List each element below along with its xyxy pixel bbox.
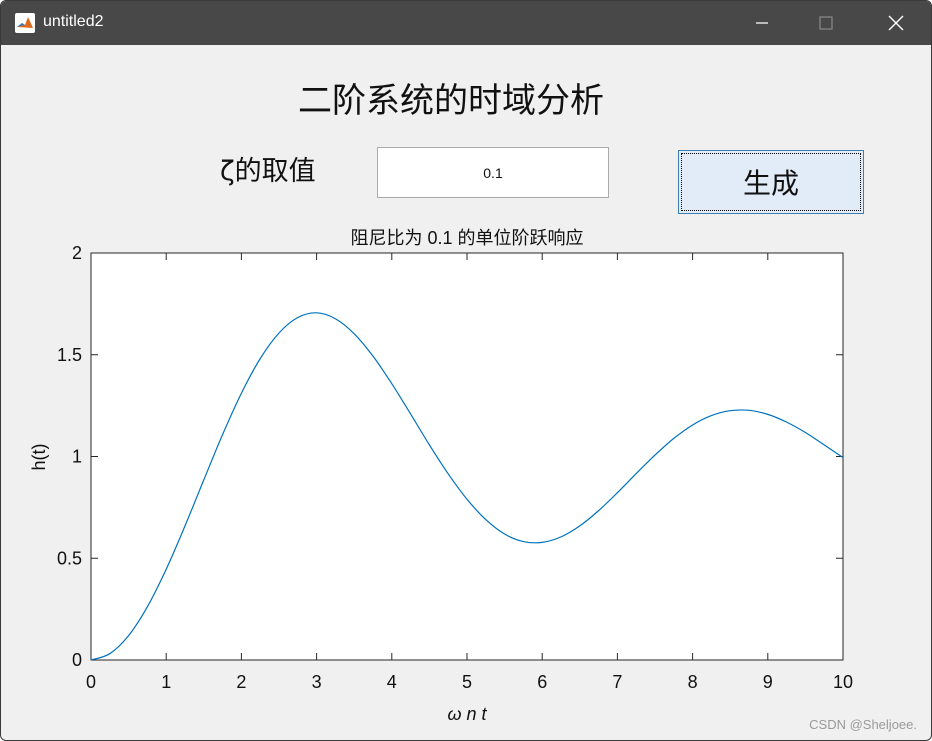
watermark: CSDN @Sheljoee. xyxy=(809,717,917,732)
step-response-chart: 0 1 2 3 4 5 6 7 8 9 10 0 0.5 1 1.5 2 阻尼比为 0.1 的单位阶跃响应 ω… xyxy=(29,228,853,724)
x-tick-label: 5 xyxy=(462,672,472,692)
x-tick-label: 4 xyxy=(387,672,397,692)
x-tick-label: 8 xyxy=(688,672,698,692)
y-tick-label: 0.5 xyxy=(57,548,82,568)
x-tick-label: 1 xyxy=(161,672,171,692)
y-tick-label: 0 xyxy=(72,650,82,670)
chart-title: 阻尼比为 0.1 的单位阶跃响应 xyxy=(350,228,583,248)
plot-area xyxy=(90,252,844,661)
x-tick-label: 0 xyxy=(86,672,96,692)
y-tick-label: 1 xyxy=(72,447,82,467)
y-tick-label: 2 xyxy=(72,243,82,263)
x-axis-label: ω n t xyxy=(447,704,487,724)
app-window: untitled2 二阶系统的时域分析 ζ的取值 生成 012345678910… xyxy=(0,0,932,741)
y-tick-label: 1.5 xyxy=(57,345,82,365)
x-tick-label: 6 xyxy=(537,672,547,692)
x-tick-label: 9 xyxy=(763,672,773,692)
x-tick-label: 10 xyxy=(833,672,853,692)
y-axis-label: h(t) xyxy=(29,444,49,471)
x-tick-label: 3 xyxy=(312,672,322,692)
x-tick-label: 2 xyxy=(236,672,246,692)
x-tick-label: 7 xyxy=(612,672,622,692)
